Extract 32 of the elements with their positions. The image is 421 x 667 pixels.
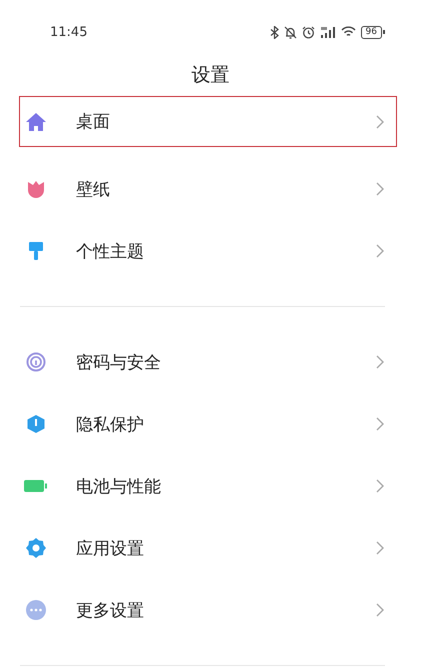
wifi-icon xyxy=(340,26,356,38)
tulip-icon xyxy=(27,180,45,198)
battery-icon xyxy=(24,479,48,493)
fingerprint-icon xyxy=(26,352,46,372)
settings-row[interactable]: 密码与安全 xyxy=(19,331,397,393)
chevron-icon xyxy=(376,479,384,493)
paint-brush-icon xyxy=(28,241,44,261)
chevron-icon xyxy=(376,603,384,617)
battery-icon: 96 xyxy=(360,26,385,38)
bluetooth-icon xyxy=(270,26,279,38)
settings-row[interactable]: 应用设置 xyxy=(19,517,397,579)
alarm-clock-icon xyxy=(302,26,315,38)
signal-icon xyxy=(320,26,336,38)
more-icon xyxy=(25,599,47,621)
chevron-icon xyxy=(376,417,384,431)
chevron-icon xyxy=(376,541,384,555)
settings-row[interactable]: 隐私保护 xyxy=(19,393,397,455)
muted-bell-icon xyxy=(284,26,297,38)
settings-row[interactable]: 壁纸 xyxy=(19,158,397,220)
page-title: 设置 xyxy=(192,63,230,88)
chevron-icon xyxy=(376,244,384,258)
settings-row[interactable]: 更多设置 xyxy=(19,579,397,641)
settings-row[interactable]: 个性主题 xyxy=(19,220,397,282)
chevron-icon xyxy=(376,355,384,369)
settings-row[interactable]: 电池与性能 xyxy=(19,455,397,517)
status-time: 11:45 xyxy=(50,24,88,40)
chevron-icon xyxy=(376,114,384,128)
chevron-icon xyxy=(376,182,384,196)
gear-icon xyxy=(25,537,47,559)
settings-row[interactable]: 桌面 xyxy=(19,96,397,147)
house-icon xyxy=(25,112,47,132)
shield-icon xyxy=(26,414,46,434)
